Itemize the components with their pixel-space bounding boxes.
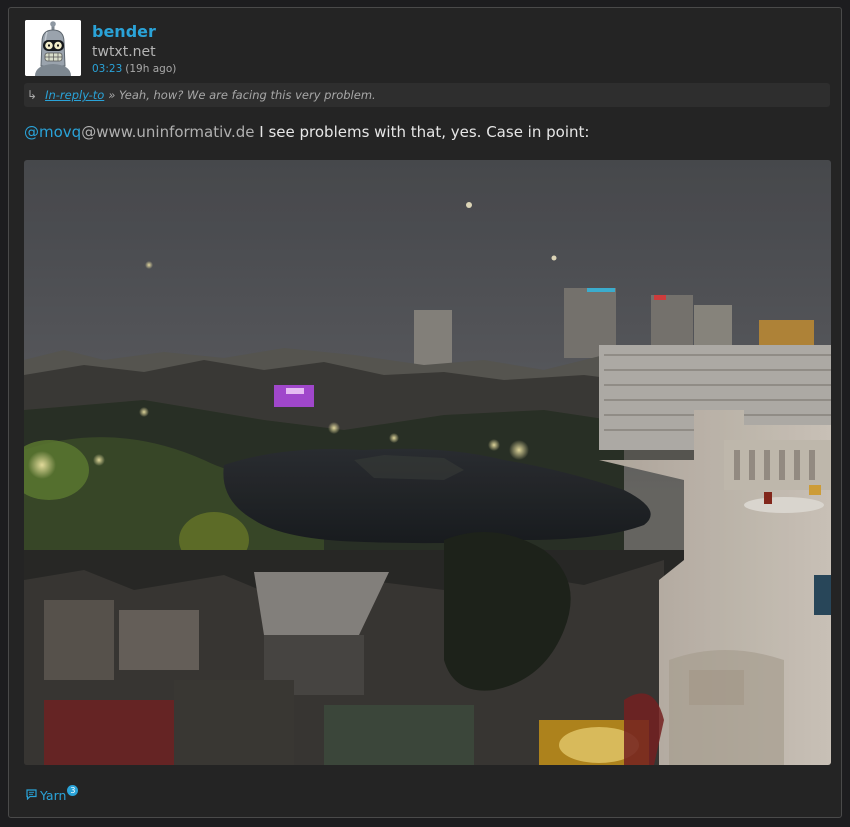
yarn-label: Yarn: [40, 788, 67, 803]
yarn-count-badge: 3: [67, 785, 79, 796]
twt-header: bender twtxt.net 03:23 (19h ago): [25, 20, 176, 76]
reply-arrow-icon: ↳: [27, 88, 38, 102]
comment-icon: [26, 788, 37, 803]
twt-footer: Yarn 3: [26, 785, 79, 803]
author-pod: twtxt.net: [92, 44, 156, 60]
twt-content: @movq@www.uninformativ.de I see problems…: [24, 123, 589, 141]
timestamp: 03:23 (19h ago): [92, 64, 176, 75]
reply-quote: » Yeah, how? We are facing this very pro…: [108, 88, 376, 102]
mention-domain: @www.uninformativ.de: [81, 123, 255, 141]
time-ago: (19h ago): [125, 63, 177, 75]
bender-avatar-icon[interactable]: [25, 20, 81, 76]
twt-meta: bender twtxt.net 03:23 (19h ago): [92, 20, 176, 75]
city-lake-night-photo[interactable]: [24, 160, 831, 765]
content-text: I see problems with that, yes. Case in p…: [254, 123, 590, 141]
twt-card: bender twtxt.net 03:23 (19h ago) ↳ In-rep…: [8, 7, 842, 818]
author-name-link[interactable]: bender: [92, 24, 176, 40]
timestamp-link[interactable]: 03:23: [92, 63, 122, 75]
yarn-link[interactable]: Yarn 3: [26, 785, 79, 803]
in-reply-to-link[interactable]: In-reply-to: [45, 88, 104, 102]
reply-context: ↳ In-reply-to » Yeah, how? We are facing…: [24, 83, 830, 107]
mention-link[interactable]: @movq: [24, 123, 81, 141]
